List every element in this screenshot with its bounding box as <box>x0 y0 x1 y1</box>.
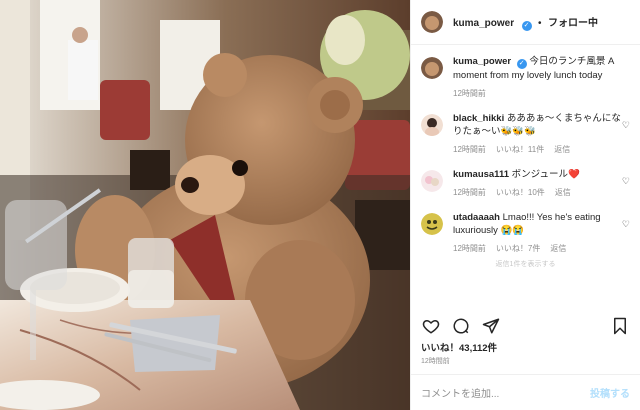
view-replies-link[interactable]: 返信1件を表示する <box>421 259 630 269</box>
comment-username[interactable]: black_hikki <box>453 113 504 124</box>
verified-badge-icon: ✓ <box>521 21 532 31</box>
comment-username[interactable]: kumausa111 <box>453 169 509 180</box>
avatar[interactable] <box>421 213 443 235</box>
reply-button[interactable]: 返信 <box>550 242 566 255</box>
comment-icon[interactable] <box>451 316 471 336</box>
comment-username[interactable]: utadaaaah <box>453 212 500 223</box>
instagram-post: kuma_power ✓ • フォロー中 kuma_power ✓ 今日のランチ… <box>0 0 640 410</box>
teddy-bear-photo <box>0 0 410 410</box>
comment-text: ボンジュール❤️ <box>511 169 580 180</box>
comment-item: kumausa111 ボンジュール❤️ 12時間前 いいね！10件 返信 ♡ <box>421 168 630 199</box>
share-icon[interactable] <box>481 316 501 336</box>
comment-likes[interactable]: いいね！11件 <box>496 143 544 156</box>
comment-input[interactable]: コメントを追加... <box>421 385 590 400</box>
post-time[interactable]: 12時間前 <box>421 356 450 366</box>
comment-heart-icon[interactable]: ♡ <box>622 120 630 131</box>
comment-heart-icon[interactable]: ♡ <box>622 219 630 230</box>
comment-item: utadaaaah Lmao!!! Yes he's eating luxuri… <box>421 211 630 255</box>
comment-time[interactable]: 12時間前 <box>453 242 486 255</box>
separator-dot: • <box>538 18 542 29</box>
comments-list: kuma_power ✓ 今日のランチ風景 A moment from my l… <box>421 55 630 310</box>
avatar-image <box>421 11 443 33</box>
comment-item: black_hikki あああぁ〜くまちゃんになりたぁ〜い🐝🐝🐝 12時間前 い… <box>421 112 630 156</box>
avatar-image <box>421 57 443 79</box>
add-comment-bar: コメントを追加... 投稿する <box>411 374 640 410</box>
comment-likes[interactable]: いいね！7件 <box>496 242 540 255</box>
post-sidebar: kuma_power ✓ • フォロー中 kuma_power ✓ 今日のランチ… <box>410 0 640 410</box>
caption-time[interactable]: 12時間前 <box>453 87 486 100</box>
avatar-image <box>421 114 443 136</box>
avatar-image <box>421 170 443 192</box>
avatar-image <box>421 213 443 235</box>
verified-badge-icon: ✓ <box>516 59 527 69</box>
bookmark-icon[interactable] <box>610 316 630 336</box>
avatar[interactable] <box>421 114 443 136</box>
avatar[interactable] <box>421 170 443 192</box>
action-bar <box>421 315 630 337</box>
reply-button[interactable]: 返信 <box>554 143 570 156</box>
post-comment-button[interactable]: 投稿する <box>590 385 630 400</box>
comment-likes[interactable]: いいね！10件 <box>496 186 545 199</box>
caption-username[interactable]: kuma_power <box>453 56 511 67</box>
post-photo[interactable] <box>0 0 410 410</box>
follow-button[interactable]: フォロー中 <box>548 18 598 29</box>
avatar[interactable] <box>421 57 443 79</box>
heart-icon[interactable] <box>421 316 441 336</box>
comment-time[interactable]: 12時間前 <box>453 186 486 199</box>
likes-count[interactable]: いいね！43,112件 <box>421 340 497 354</box>
reply-button[interactable]: 返信 <box>555 186 571 199</box>
avatar[interactable] <box>421 11 443 33</box>
caption: kuma_power ✓ 今日のランチ風景 A moment from my l… <box>421 55 630 100</box>
comment-heart-icon[interactable]: ♡ <box>622 176 630 187</box>
comment-time[interactable]: 12時間前 <box>453 143 486 156</box>
post-header: kuma_power ✓ • フォロー中 <box>411 0 640 45</box>
author-username[interactable]: kuma_power <box>453 18 514 29</box>
